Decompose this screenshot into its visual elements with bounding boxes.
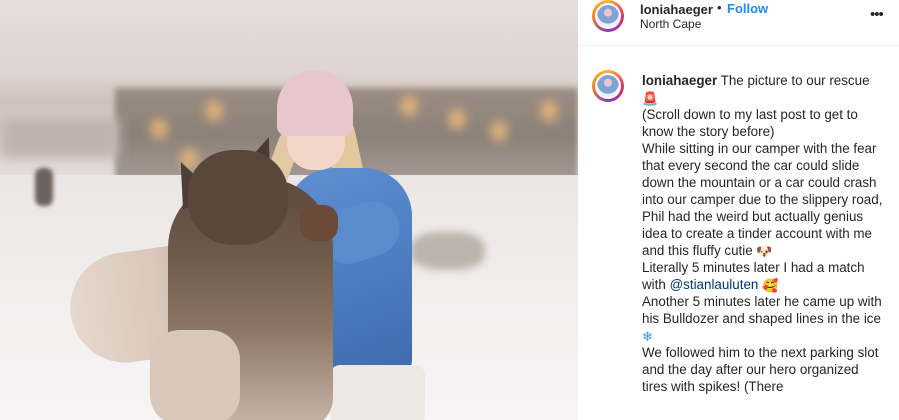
photo-light <box>400 95 418 117</box>
post-header: loniahaeger • Follow North Cape ••• <box>578 0 899 46</box>
dog-emoji-icon: 🐶 <box>756 244 773 259</box>
photo-light <box>205 100 223 122</box>
mention-link[interactable]: @stianlauluten <box>670 277 759 292</box>
photo-rock <box>410 232 485 270</box>
post-location[interactable]: North Cape <box>640 17 701 31</box>
caption-username[interactable]: loniahaeger <box>642 73 717 88</box>
photo-light <box>490 120 508 142</box>
author-avatar[interactable] <box>592 0 624 32</box>
avatar-image <box>597 75 619 97</box>
caption-paragraph: Literally 5 minutes later I had a match … <box>642 259 887 293</box>
photo-glove <box>300 205 338 241</box>
post-photo[interactable] <box>0 0 578 420</box>
snowflake-emoji-icon: ❄ <box>642 329 653 344</box>
caption-text: We followed him to the next parking slot… <box>642 345 879 394</box>
smile-emoji-icon: 🥰 <box>762 278 779 293</box>
more-options-icon[interactable]: ••• <box>870 6 884 23</box>
photo-roof <box>0 118 120 158</box>
caption-text: The picture to our rescue <box>720 73 870 88</box>
caption-text: (Scroll down to my last post to get to k… <box>642 107 858 139</box>
photo-pants <box>330 365 425 420</box>
photo-distant-person <box>35 168 53 206</box>
photo-hat <box>277 70 353 136</box>
avatar-image <box>597 5 619 27</box>
photo-dog-hind <box>150 330 240 420</box>
caption-text: While sitting in our camper with the fea… <box>642 141 883 258</box>
siren-emoji-icon: 🚨 <box>642 91 659 106</box>
caption-text: Another 5 minutes later he came up with … <box>642 294 882 326</box>
photo-light <box>448 108 466 130</box>
caption-paragraph: Another 5 minutes later he came up with … <box>642 293 887 344</box>
photo-dog-head <box>188 150 288 245</box>
post-side-panel: loniahaeger • Follow North Cape ••• loni… <box>578 0 899 420</box>
author-username[interactable]: loniahaeger <box>640 2 713 17</box>
header-divider <box>578 45 899 46</box>
post-caption: loniahaeger The picture to our rescue 🚨 … <box>642 72 887 395</box>
photo-light <box>150 118 168 140</box>
photo-light <box>540 100 558 122</box>
follow-button[interactable]: Follow <box>727 1 768 16</box>
caption-paragraph: While sitting in our camper with the fea… <box>642 140 887 259</box>
caption-first-line: loniahaeger The picture to our rescue 🚨 <box>642 72 887 106</box>
separator-dot: • <box>717 0 722 15</box>
caption-avatar[interactable] <box>592 70 624 102</box>
